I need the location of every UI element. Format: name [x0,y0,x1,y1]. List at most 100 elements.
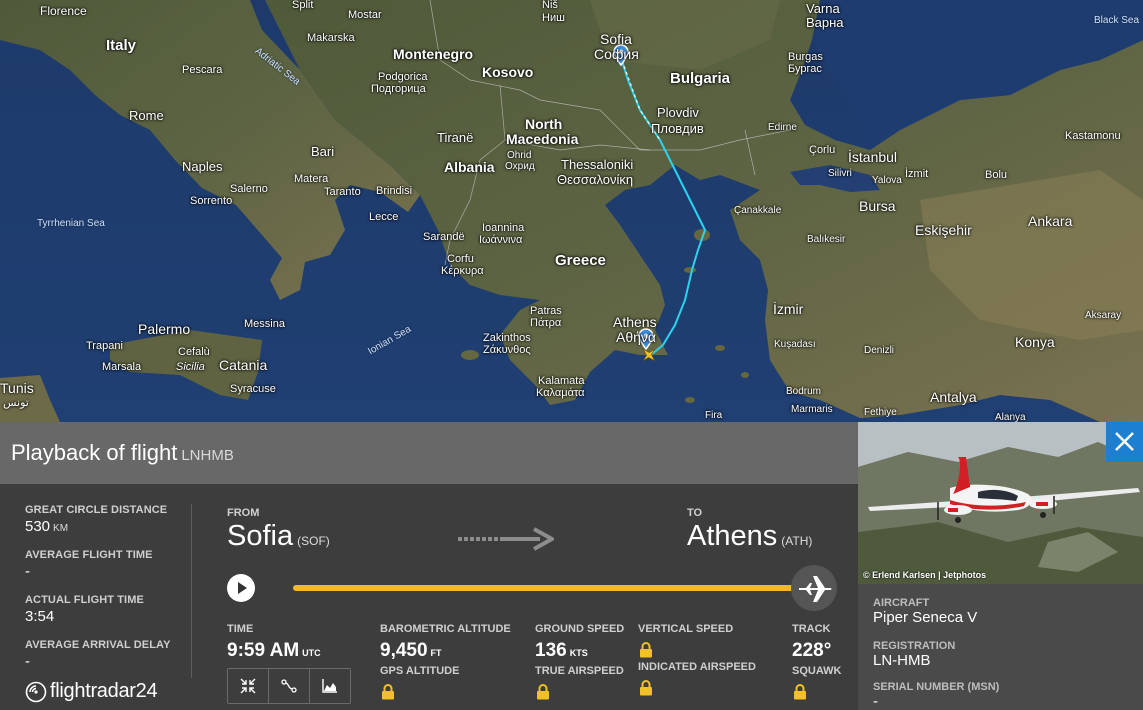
distance-value: 530 KM [25,518,185,535]
map-label: Pescara [182,64,223,76]
baro-unit: FT [430,648,442,658]
map-label: Balıkesir [807,234,846,245]
flight-map[interactable]: Florence Split Mostar Niš Ниш Varna Варн… [0,0,1143,422]
aircraft-position-icon[interactable] [640,346,658,364]
map-label: Plovdiv [657,105,699,120]
to-label: TO [687,507,703,519]
map-label: Zakinthos [483,332,531,344]
playback-header: Playback of flight LNHMB [0,422,858,484]
squawk-label: SQUAWK [792,665,842,677]
to-city: Athens (ATH) [687,520,812,553]
flightradar24-logo[interactable]: flightradar24 [25,680,158,703]
map-label: Cefalù [178,346,210,358]
map-label: Bolu [985,169,1008,181]
aircraft-image [858,422,1143,584]
time-label: TIME [227,623,254,635]
playback-panel: Playback of flight LNHMB GREAT CIRCLE DIS… [0,422,858,710]
chart-view-button[interactable] [310,669,350,703]
map-label: Tyrrhenian Sea [37,218,105,229]
map-label: Split [292,0,314,11]
map-label: Mostar [348,9,382,21]
map-label: Niš [542,0,558,11]
map-label: Brindisi [376,185,413,197]
playback-progress-bar[interactable] [293,585,813,591]
distance-number: 530 [25,518,51,535]
progress-handle[interactable] [791,565,837,611]
baro-altitude-label: BAROMETRIC ALTITUDE [380,623,511,635]
map-label: Matera [294,173,329,185]
page-title: Playback of flight LNHMB [11,440,234,466]
aircraft-photo[interactable] [858,422,1143,584]
map-label: Konya [1015,334,1055,350]
map-label: Makarska [307,32,355,44]
map-label: Καλαμάτα [536,387,585,399]
map-label: Ζάκυνθος [483,344,531,356]
close-button[interactable] [1106,422,1143,462]
actual-time-label: ACTUAL FLIGHT TIME [25,594,144,606]
map-label: Antalya [930,389,977,405]
divider [191,504,192,678]
map-label: Охрид [505,161,535,172]
lock-icon[interactable] [639,680,653,696]
map-label: Albania [444,159,495,175]
map-label: Athens [613,314,657,330]
map-label: Eskişehir [915,222,972,238]
map-label: İstanbul [848,149,898,165]
distance-label: GREAT CIRCLE DISTANCE [25,504,168,516]
map-label: Bursa [859,198,896,214]
fullscreen-icon [240,678,256,694]
map-label: Kuşadası [774,339,816,350]
map-label: Kastamonu [1065,130,1121,142]
play-button[interactable] [227,574,255,602]
map-label: Yalova [872,175,902,186]
map-label: Burgas [788,51,823,63]
map-label: Taranto [324,186,361,198]
photo-credit[interactable]: © Erlend Karlsen | Jetphotos [863,570,986,580]
gs-unit: KTS [569,648,588,658]
lock-icon[interactable] [381,684,395,700]
map-label: Fethiye [864,407,897,418]
map-label: Marmaris [791,404,833,415]
map-label: Patras [530,305,562,317]
graph-icon [322,679,337,693]
lock-icon[interactable] [793,684,807,700]
true-airspeed-label: TRUE AIRSPEED [535,665,624,677]
from-label: FROM [227,507,260,519]
map-label: Podgorica [378,71,428,83]
from-city-name: Sofia [227,520,294,552]
map-label: Florence [40,4,87,18]
baro-altitude-value: 9,450 FT [380,640,442,662]
route-arrow-icon [458,527,554,551]
registration-value: LN-HMB [873,652,931,669]
serial-number-label: SERIAL NUMBER (MSN) [873,681,1000,693]
actual-time-value: 3:54 [25,608,55,625]
map-label: Sarandë [423,231,465,243]
map-label: Sorrento [190,195,233,207]
map-label: Rome [129,108,164,123]
map-label: Catania [219,357,268,373]
map-label: Tunis [0,380,34,396]
map-label: Ohrid [507,150,532,161]
indicated-airspeed-label: INDICATED AIRSPEED [638,661,756,673]
lock-icon[interactable] [639,642,653,658]
map-label: Lecce [369,211,399,223]
map-label: Tiranë [437,130,474,145]
route-view-button[interactable] [269,669,310,703]
gps-altitude-label: GPS ALTITUDE [380,665,460,677]
airplane-icon [799,576,832,602]
map-label: Naples [182,159,223,174]
expand-view-button[interactable] [228,669,269,703]
map-label: Kalamata [538,375,585,387]
map-label: Alanya [995,412,1026,423]
delay-value: - [25,653,30,670]
view-buttons [227,668,351,704]
map-label: Denizli [864,345,895,356]
title-text: Playback of flight [11,440,178,465]
brand-name: flightradar24 [50,680,158,702]
map-label: Ioannina [482,222,525,234]
map-label: Πάτρα [530,317,562,329]
map-label: Marsala [102,361,142,373]
map-label: Sofia [600,31,632,47]
lock-icon[interactable] [536,684,550,700]
map-label: Italy [106,37,137,54]
